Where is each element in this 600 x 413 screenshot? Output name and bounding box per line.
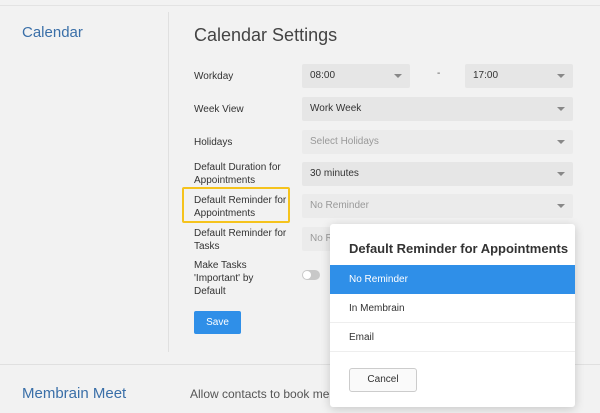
chevron-down-icon [557, 74, 565, 78]
duration-label: Default Duration for Appointments [194, 161, 281, 187]
reminder-appointments-value: No Reminder [310, 200, 369, 211]
workday-start-value: 08:00 [310, 70, 336, 81]
workday-end-value: 17:00 [473, 70, 499, 81]
duration-label-line2: Appointments [194, 175, 256, 186]
holidays-select[interactable]: Select Holidays [302, 130, 573, 154]
chevron-down-icon [557, 107, 565, 111]
week-view-value: Work Week [310, 103, 362, 114]
option-email[interactable]: Email [330, 323, 575, 352]
week-view-select[interactable]: Work Week [302, 97, 573, 121]
duration-label-line1: Default Duration for [194, 162, 281, 173]
sidebar-section-membrain-meet[interactable]: Membrain Meet [22, 385, 126, 402]
reminder-dropdown-popup: Default Reminder for Appointments No Rem… [330, 224, 575, 407]
holidays-placeholder: Select Holidays [310, 136, 379, 147]
duration-value: 30 minutes [310, 168, 359, 179]
reminder-tasks-label: Default Reminder for Tasks [194, 227, 286, 253]
top-border [0, 0, 600, 6]
sidebar-section-calendar[interactable]: Calendar [22, 24, 83, 41]
workday-end-select[interactable]: 17:00 [465, 64, 573, 88]
holidays-label: Holidays [194, 137, 233, 148]
popup-title: Default Reminder for Appointments [349, 241, 569, 256]
highlight-box [182, 187, 290, 223]
option-no-reminder[interactable]: No Reminder [330, 265, 575, 294]
cancel-button[interactable]: Cancel [349, 368, 417, 392]
duration-select[interactable]: 30 minutes [302, 162, 573, 186]
chevron-down-icon [557, 204, 565, 208]
workday-start-select[interactable]: 08:00 [302, 64, 410, 88]
page-title: Calendar Settings [194, 25, 338, 45]
chevron-down-icon [557, 172, 565, 176]
important-label-line2: 'Important' by [194, 273, 254, 284]
week-view-label: Week View [194, 104, 244, 115]
reminder-appointments-select[interactable]: No Reminder [302, 194, 573, 218]
vertical-divider [168, 12, 169, 352]
meet-description: Allow contacts to book me [190, 387, 330, 401]
workday-label: Workday [194, 71, 234, 82]
important-toggle[interactable] [302, 270, 320, 280]
important-label-line3: Default [194, 286, 226, 297]
workday-separator: - [437, 68, 441, 79]
save-button[interactable]: Save [194, 311, 241, 334]
reminder-tasks-label-line2: Tasks [194, 241, 220, 252]
important-label-line1: Make Tasks [194, 260, 247, 271]
option-in-membrain[interactable]: In Membrain [330, 294, 575, 323]
chevron-down-icon [394, 74, 402, 78]
reminder-tasks-label-line1: Default Reminder for [194, 228, 287, 239]
chevron-down-icon [557, 140, 565, 144]
important-label: Make Tasks 'Important' by Default [194, 259, 253, 298]
